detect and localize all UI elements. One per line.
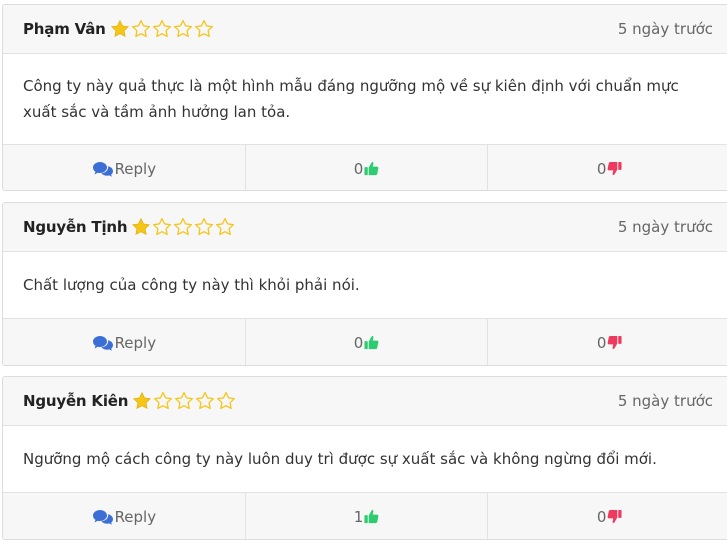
star-rating <box>110 19 214 39</box>
star-outline-icon <box>217 391 236 410</box>
star-outline-icon <box>194 19 213 38</box>
thumbs-up-icon <box>364 336 379 350</box>
reply-button[interactable]: Reply <box>3 145 246 190</box>
review-header: Phạm Vân 5 ngày trước <box>3 5 727 54</box>
comments-icon <box>92 509 113 525</box>
thumbs-down-icon <box>608 335 622 349</box>
reply-label: Reply <box>114 507 157 526</box>
review-text: Chất lượng của công ty này thì khỏi phải… <box>3 252 727 318</box>
dislike-count: 0 <box>596 333 607 352</box>
review-text: Ngưỡng mộ cách công ty này luôn duy trì … <box>3 426 727 492</box>
reply-button[interactable]: Reply <box>3 319 246 365</box>
star-outline-icon <box>152 19 171 38</box>
star-filled-icon <box>132 217 151 236</box>
like-count: 0 <box>353 159 364 178</box>
star-outline-icon <box>154 391 173 410</box>
star-outline-icon <box>173 19 192 38</box>
review-header: Nguyễn Tịnh 5 ngày trước <box>3 203 727 252</box>
star-outline-icon <box>196 391 215 410</box>
dislike-count: 0 <box>596 507 607 526</box>
reply-label: Reply <box>114 333 157 352</box>
review-time: 5 ngày trước <box>617 20 713 38</box>
star-filled-icon <box>133 391 152 410</box>
review-author: Nguyễn Tịnh <box>23 218 128 236</box>
comments-icon <box>92 161 113 177</box>
review-author: Nguyễn Kiên <box>23 392 129 410</box>
star-outline-icon <box>131 19 150 38</box>
star-rating <box>132 391 236 411</box>
reply-button[interactable]: Reply <box>3 493 246 539</box>
like-button[interactable]: 0 <box>246 319 489 365</box>
thumbs-down-icon <box>608 161 622 175</box>
star-outline-icon <box>153 217 172 236</box>
review-time: 5 ngày trước <box>617 218 713 236</box>
dislike-button[interactable]: 0 <box>488 145 727 190</box>
star-outline-icon <box>175 391 194 410</box>
star-filled-icon <box>110 19 129 38</box>
review-card: Nguyễn Kiên 5 ngày trước Ngưỡng mộ cách … <box>2 376 727 540</box>
like-button[interactable]: 1 <box>246 493 489 539</box>
dislike-count: 0 <box>596 159 607 178</box>
review-actions: Reply 0 0 <box>3 318 727 365</box>
review-text-content: Công ty này quả thực là một hình mẫu đán… <box>23 76 679 121</box>
review-header: Nguyễn Kiên 5 ngày trước <box>3 377 727 426</box>
review-time: 5 ngày trước <box>617 392 713 410</box>
review-text: Công ty này quả thực là một hình mẫu đán… <box>3 54 727 144</box>
review-author: Phạm Vân <box>23 20 106 38</box>
like-count: 0 <box>353 333 364 352</box>
review-text-content: Ngưỡng mộ cách công ty này luôn duy trì … <box>23 449 657 468</box>
star-rating <box>131 217 235 237</box>
dislike-button[interactable]: 0 <box>488 319 727 365</box>
reply-label: Reply <box>114 159 157 178</box>
review-card: Phạm Vân 5 ngày trước Công ty này quả th… <box>2 4 727 191</box>
star-outline-icon <box>195 217 214 236</box>
review-text-content: Chất lượng của công ty này thì khỏi phải… <box>23 275 360 294</box>
thumbs-down-icon <box>608 509 622 523</box>
reviews-list: Phạm Vân 5 ngày trước Công ty này quả th… <box>0 0 727 540</box>
thumbs-up-icon <box>364 510 379 524</box>
review-card: Nguyễn Tịnh 5 ngày trước Chất lượng của … <box>2 202 727 366</box>
star-outline-icon <box>174 217 193 236</box>
thumbs-up-icon <box>364 162 379 176</box>
like-button[interactable]: 0 <box>246 145 489 190</box>
review-actions: Reply 1 0 <box>3 492 727 539</box>
comments-icon <box>92 335 113 351</box>
review-actions: Reply 0 0 <box>3 144 727 190</box>
dislike-button[interactable]: 0 <box>488 493 727 539</box>
like-count: 1 <box>353 507 364 526</box>
star-outline-icon <box>216 217 235 236</box>
